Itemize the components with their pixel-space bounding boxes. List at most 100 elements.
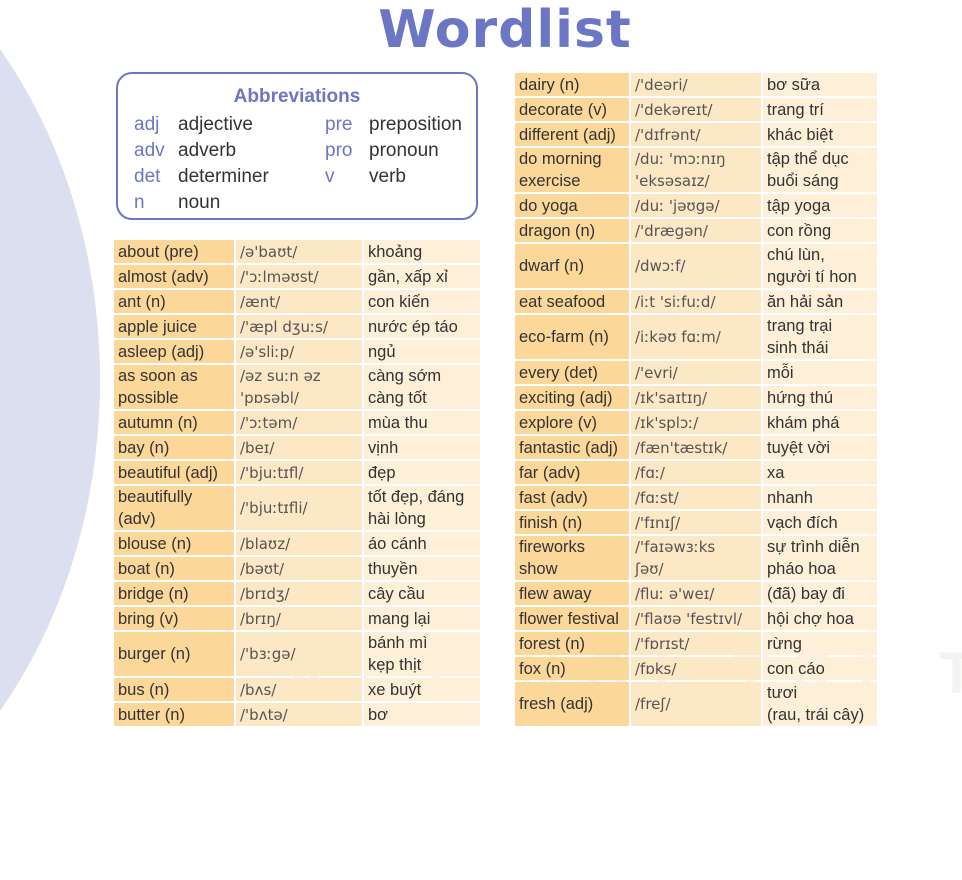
meaning-cell-text: nước ép táo [368,317,458,336]
meaning-cell-text: hội chợ hoa [767,609,854,628]
meaning-cell: mùa thu [364,411,480,434]
meaning-cell-text: bơ [368,705,388,724]
meaning-cell-text: càng sớm càng tốt [368,367,442,407]
pronunciation-cell: /'fɒrɪst/ [631,632,763,655]
meaning-cell-text: mang lại [368,609,431,628]
meaning-cell-text: nhanh [767,488,813,507]
meaning-cell-text: đẹp [368,463,396,482]
pronunciation-cell: /'flaʊə 'festɪvl/ [631,607,763,630]
pronunciation-cell: /iːt 'siːfuːd/ [631,290,763,313]
abbreviation-meaning: adjective [178,114,253,135]
meaning-cell: tập thể dục buổi sáng [763,148,877,192]
pronunciation-cell-text: /'deəri/ [635,75,688,94]
pronunciation-cell: /'dɪfrənt/ [631,123,763,146]
pronunciation-cell: /iːkəʊ fɑːm/ [631,315,763,359]
word-row: ant (n) /ænt/con kiến [114,290,480,313]
meaning-cell-text: mỗi [767,363,794,382]
abbreviation-meaning: adverb [178,140,237,161]
pronunciation-cell: /'dekəreɪt/ [631,98,763,121]
meaning-cell: rừng [763,632,877,655]
pronunciation-cell-text: /ə'sliːp/ [240,342,295,361]
meaning-cell: con rồng [763,219,877,242]
meaning-cell-text: tuyệt vời [767,438,831,457]
pronunciation-cell: /blaʊz/ [236,532,364,555]
meaning-cell: tập yoga [763,194,877,217]
pronunciation-cell-text: /fɑːst/ [635,488,679,507]
pronunciation-cell: /'faɪəwɜːks ʃəʊ/ [631,536,763,580]
word-cell: do morning exercise [515,148,631,192]
word-row: fox (n) /fɒks/con cáo [515,657,877,680]
word-row: bus (n) /bʌs/xe buýt [114,678,480,701]
word-cell: fresh (adj) [515,682,631,726]
pronunciation-cell-text: /bʌs/ [240,680,277,699]
abbreviations-box: Abbreviations adj adjective adv adverb det… [116,72,478,220]
meaning-cell: tốt đẹp, đáng hài lòng [364,486,480,530]
pronunciation-cell-text: /dwɔːf/ [635,257,686,275]
pronunciation-cell: /dwɔːf/ [631,244,763,288]
word-row: butter (n) /'bʌtə/bơ [114,703,480,726]
pronunciation-cell: /ə'baʊt/ [236,240,364,263]
word-cell: bus (n) [114,678,236,701]
word-cell-text: bus (n) [118,680,170,699]
pronunciation-cell-text: /'dɪfrənt/ [635,125,701,144]
word-cell: fox (n) [515,657,631,680]
word-cell: fast (adv) [515,486,631,509]
pronunciation-cell-text: /fɑː/ [635,463,665,482]
word-row: every (det) /'evri/mỗi [515,361,877,384]
meaning-cell: mang lại [364,607,480,630]
word-cell: every (det) [515,361,631,384]
word-row: eco-farm (n) /iːkəʊ fɑːm/trang trại sinh … [515,315,877,359]
word-row: different (adj) /'dɪfrənt/khác biệt [515,123,877,146]
meaning-cell-text: chú lùn, người tí hon [767,246,857,286]
meaning-cell: tươi (rau, trái cây) [763,682,877,726]
abbreviation-key: det [134,166,161,187]
meaning-cell-text: ngủ [368,342,396,361]
meaning-cell: hội chợ hoa [763,607,877,630]
pronunciation-cell: /duː 'mɔːnɪŋ 'eksəsaɪz/ [631,148,763,192]
meaning-cell-text: cây cầu [368,584,425,603]
pronunciation-cell: /brɪŋ/ [236,607,364,630]
pronunciation-cell: /fæn'tæstɪk/ [631,436,763,459]
meaning-cell-text: bánh mì kẹp thịt [368,634,428,674]
pronunciation-cell: /ænt/ [236,290,364,313]
word-row: exciting (adj) /ɪk'saɪtɪŋ/hứng thú [515,386,877,409]
meaning-cell-text: ăn hải sản [767,292,844,311]
pronunciation-cell-text: /brɪŋ/ [240,609,281,628]
word-cell: dairy (n) [515,73,631,96]
meaning-cell: bơ sữa [763,73,877,96]
pronunciation-cell: /ɪk'splɔː/ [631,411,763,434]
word-cell: finish (n) [515,511,631,534]
meaning-cell-text: xe buýt [368,680,422,699]
meaning-cell: khám phá [763,411,877,434]
word-row: apple juice /'æpl dʒuːs/nước ép táo [114,315,480,338]
word-cell: burger (n) [114,632,236,676]
word-cell-text: fox (n) [519,659,566,678]
word-cell-text: far (adv) [519,463,581,482]
abbreviation-key: v [325,166,335,187]
abbreviation-meaning: pronoun [369,140,439,161]
word-cell-text: eat seafood [519,292,606,311]
word-row: dwarf (n) /dwɔːf/chú lùn, người tí hon [515,244,877,288]
meaning-cell-text: thuyền [368,559,418,578]
meaning-cell: cây cầu [364,582,480,605]
word-row: finish (n) /'fɪnɪʃ/vạch đích [515,511,877,534]
word-cell-text: ant (n) [118,292,166,311]
abbreviation-item: pre preposition [325,114,462,136]
word-row: eat seafood/iːt 'siːfuːd/ăn hải sản [515,290,877,313]
word-cell: blouse (n) [114,532,236,555]
word-cell: beautiful (adj) [114,461,236,484]
word-cell: apple juice [114,315,236,338]
pronunciation-cell: /brɪdʒ/ [236,582,364,605]
meaning-cell-text: mùa thu [368,413,428,432]
word-cell-text: flower festival [519,609,619,628]
pronunciation-cell: /'deəri/ [631,73,763,96]
pronunciation-cell-text: /fæn'tæstɪk/ [635,438,728,457]
pronunciation-cell-text: /'drægən/ [635,221,708,240]
word-cell: ant (n) [114,290,236,313]
word-cell-text: dragon (n) [519,221,596,240]
meaning-cell-text: trang trí [767,100,824,119]
word-cell-text: do yoga [519,196,578,215]
pronunciation-cell-text: /fɒks/ [635,659,677,678]
pronunciation-cell: /beɪ/ [236,436,364,459]
word-cell-text: dairy (n) [519,75,580,94]
